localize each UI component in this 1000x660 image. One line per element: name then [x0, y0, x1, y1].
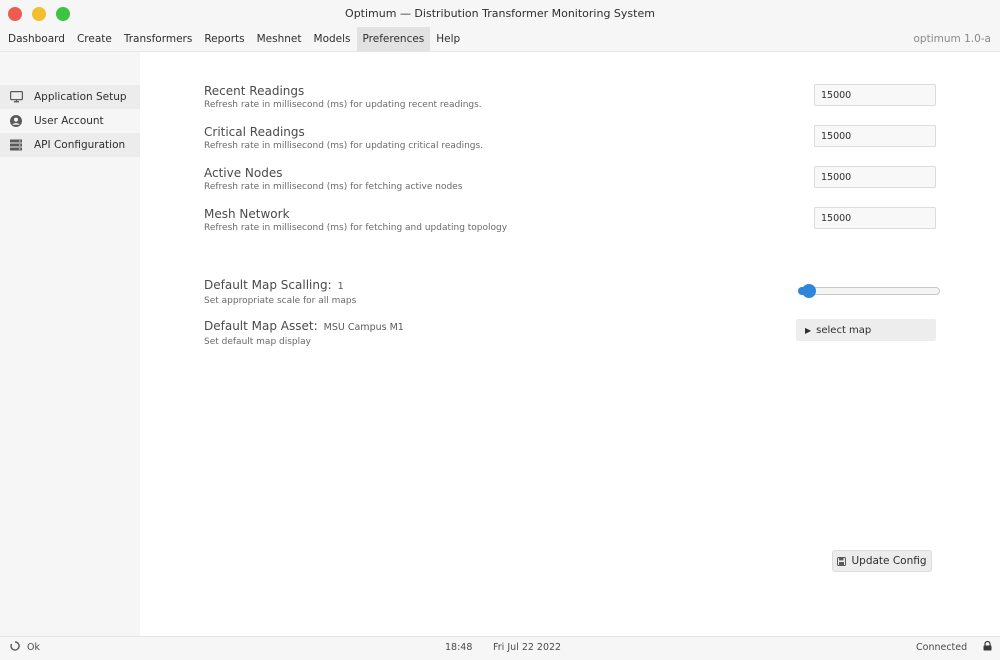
setting-title: Mesh Network	[204, 207, 290, 221]
setting-title: Critical Readings	[204, 125, 305, 139]
setting-title: Active Nodes	[204, 166, 283, 180]
setting-mesh-network: Mesh Network Refresh rate in millisecond…	[204, 207, 507, 234]
connection-status: Connected	[916, 642, 968, 653]
status-date: Fri Jul 22 2022	[493, 642, 562, 653]
server-icon	[9, 138, 23, 152]
update-config-label: Update Config	[851, 555, 927, 567]
status-text: Ok	[27, 642, 40, 653]
sidebar-item-application-setup[interactable]: Application Setup	[0, 85, 140, 109]
menu-preferences[interactable]: Preferences	[356, 27, 431, 51]
menu-reports[interactable]: Reports	[198, 27, 250, 51]
setting-description: Refresh rate in millisecond (ms) for fet…	[204, 182, 463, 192]
status-bar: Ok 18:48 Fri Jul 22 2022 Connected	[0, 636, 1000, 660]
setting-recent-readings: Recent Readings Refresh rate in millisec…	[204, 84, 482, 111]
user-circle-icon	[9, 114, 23, 128]
slider-track	[798, 287, 940, 295]
setting-description: Set appropriate scale for all maps	[204, 296, 357, 306]
setting-title-row: Default Map Asset: MSU Campus M1	[204, 319, 404, 335]
sidebar-item-label: User Account	[34, 115, 104, 127]
preferences-panel: Recent Readings Refresh rate in millisec…	[140, 52, 1000, 636]
recent-readings-input[interactable]	[814, 84, 936, 106]
update-config-button[interactable]: Update Config	[832, 550, 932, 572]
mesh-network-input[interactable]	[814, 207, 936, 229]
sidebar-item-api-configuration[interactable]: API Configuration	[0, 133, 140, 157]
menu-meshnet[interactable]: Meshnet	[251, 27, 308, 51]
map-scaling-slider[interactable]	[798, 284, 940, 298]
save-icon	[837, 556, 847, 566]
menu-help[interactable]: Help	[430, 27, 466, 51]
menu-transformers[interactable]: Transformers	[118, 27, 198, 51]
setting-active-nodes: Active Nodes Refresh rate in millisecond…	[204, 166, 462, 193]
status-time: 18:48	[445, 642, 473, 653]
setting-title-row: Default Map Scalling: 1	[204, 278, 356, 294]
menu-create[interactable]: Create	[71, 27, 118, 51]
menu-bar: Dashboard Create Transformers Reports Me…	[0, 27, 1000, 52]
sidebar: Application Setup User Account API Confi…	[0, 52, 140, 636]
version-label: optimum 1.0-a	[913, 33, 992, 45]
critical-readings-input[interactable]	[814, 125, 936, 147]
triangle-right-icon: ▶	[805, 325, 812, 335]
setting-map-asset: Default Map Asset: MSU Campus M1 Set defa…	[204, 319, 404, 348]
setting-description: Refresh rate in millisecond (ms) for upd…	[204, 100, 482, 110]
active-nodes-input[interactable]	[814, 166, 936, 188]
status-spinner-icon	[10, 637, 20, 659]
select-map-label: select map	[816, 324, 872, 336]
setting-title: Default Map Asset:	[204, 319, 318, 333]
setting-title: Recent Readings	[204, 84, 305, 98]
map-asset-value: MSU Campus M1	[323, 322, 404, 333]
map-scaling-value: 1	[337, 281, 344, 292]
monitor-icon	[9, 90, 23, 104]
setting-description: Set default map display	[204, 337, 311, 347]
setting-description: Refresh rate in millisecond (ms) for fet…	[204, 223, 508, 233]
sidebar-item-label: API Configuration	[34, 139, 126, 151]
title-bar: Optimum — Distribution Transformer Monit…	[0, 0, 1000, 27]
setting-title: Default Map Scalling:	[204, 278, 332, 292]
lock-icon	[983, 637, 992, 659]
menu-models[interactable]: Models	[308, 27, 357, 51]
window-title: Optimum — Distribution Transformer Monit…	[345, 7, 655, 20]
menu-dashboard[interactable]: Dashboard	[0, 27, 71, 51]
setting-description: Refresh rate in millisecond (ms) for upd…	[204, 141, 484, 151]
setting-critical-readings: Critical Readings Refresh rate in millis…	[204, 125, 483, 152]
setting-map-scaling: Default Map Scalling: 1 Set appropriate s…	[204, 278, 356, 307]
select-map-button[interactable]: ▶ select map	[796, 319, 936, 341]
slider-thumb[interactable]	[802, 284, 816, 298]
sidebar-item-user-account[interactable]: User Account	[0, 109, 140, 133]
sidebar-item-label: Application Setup	[34, 91, 127, 103]
